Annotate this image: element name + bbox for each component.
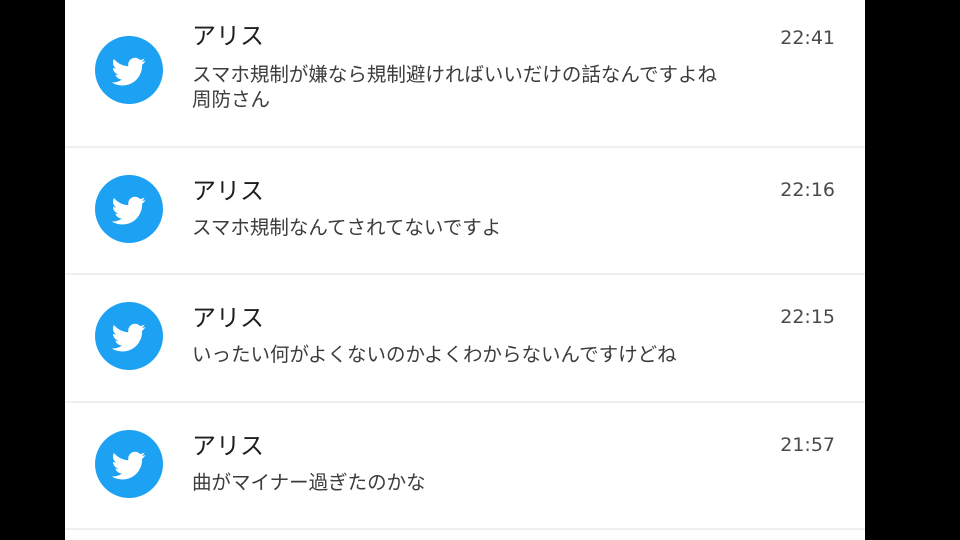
screen: アリス 22:41 スマホ規制が嫌なら規制避ければいいだけの話なんですよね 周防… [0, 0, 960, 540]
timestamp: 21:57 [780, 434, 835, 456]
timestamp: 22:15 [780, 306, 835, 328]
twitter-bird-icon [95, 36, 163, 104]
sender-name: アリス [192, 177, 264, 205]
notification-item-partial[interactable] [65, 530, 865, 540]
notification-item[interactable]: アリス 22:16 スマホ規制なんてされてないですよ [65, 148, 865, 273]
notification-item[interactable]: アリス 22:15 いったい何がよくないのかよくわからないんですけどね [65, 275, 865, 401]
timestamp: 22:16 [780, 179, 835, 201]
sender-name: アリス [192, 432, 264, 460]
message-text: スマホ規制なんてされてないですよ [192, 216, 502, 239]
sender-name: アリス [192, 22, 264, 50]
message-text: いったい何がよくないのかよくわからないんですけどね [192, 343, 677, 366]
notification-item[interactable]: アリス 21:57 曲がマイナー過ぎたのかな [65, 403, 865, 528]
timestamp: 22:41 [780, 27, 835, 49]
notification-item[interactable]: アリス 22:41 スマホ規制が嫌なら規制避ければいいだけの話なんですよね 周防… [65, 0, 865, 146]
notification-list: アリス 22:41 スマホ規制が嫌なら規制避ければいいだけの話なんですよね 周防… [65, 0, 865, 540]
sender-name: アリス [192, 304, 264, 332]
twitter-bird-icon [95, 302, 163, 370]
message-text: 曲がマイナー過ぎたのかな [192, 471, 426, 494]
twitter-bird-icon [95, 430, 163, 498]
twitter-bird-icon [95, 175, 163, 243]
message-text: スマホ規制が嫌なら規制避ければいいだけの話なんですよね 周防さん [192, 63, 717, 111]
